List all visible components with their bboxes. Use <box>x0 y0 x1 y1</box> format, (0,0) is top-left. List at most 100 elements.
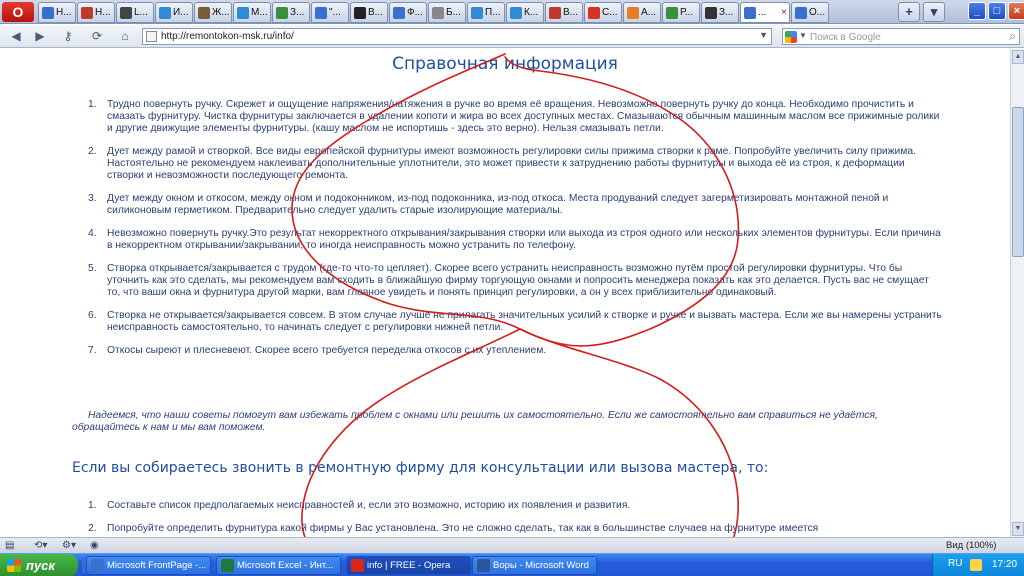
unite-icon[interactable]: ◉ <box>90 539 99 552</box>
list-item: 6. Створка не открывается/закрывается сов… <box>88 310 942 334</box>
address-field[interactable]: http://remontokon-msk.ru/info/ ▼ <box>142 28 772 45</box>
list-item-text: Дует между окном и откосом, между окном … <box>107 193 889 216</box>
tab-label: Ф... <box>407 7 423 18</box>
search-box[interactable]: ▼ Поиск в Google ⌕ <box>782 28 1020 45</box>
minimize-button[interactable]: _ <box>968 2 986 20</box>
list-item-number: 1. <box>88 500 97 511</box>
browser-tab[interactable]: Б... <box>428 2 466 23</box>
tab-favicon-icon <box>42 6 54 19</box>
list-item: 1. Трудно повернуть ручку. Скрежет и ощущ… <box>88 99 942 135</box>
browser-tab[interactable]: L... <box>116 2 154 23</box>
browser-tab[interactable]: "... <box>311 2 349 23</box>
google-icon[interactable] <box>785 31 797 43</box>
tab-menu-button[interactable]: ▾ <box>923 2 945 22</box>
search-icon[interactable]: ⌕ <box>1009 29 1016 44</box>
browser-tab[interactable]: В... <box>350 2 388 23</box>
vertical-scrollbar[interactable]: ▲ ▼ <box>1010 49 1024 537</box>
browser-tab[interactable]: Ж... <box>194 2 232 23</box>
close-window-button[interactable]: × <box>1008 2 1024 20</box>
forward-arrow-icon: ▶ <box>35 29 45 43</box>
reload-button[interactable]: ⟳ <box>87 27 107 45</box>
tray-icon[interactable] <box>970 559 982 571</box>
wand-button[interactable]: ⚷ <box>58 27 78 45</box>
list-item: 7. Откосы сыреют и плесневеют. Скорее все… <box>88 345 942 357</box>
tab-label: L... <box>134 7 148 18</box>
list-item-text: Попробуйте определить фурнитура какой фи… <box>107 523 819 534</box>
browser-tab[interactable]: Р... <box>662 2 700 23</box>
tab-favicon-icon <box>120 6 132 19</box>
tips-list: 1. Трудно повернуть ручку. Скрежет и ощущ… <box>88 99 942 368</box>
tab-close-icon[interactable]: × <box>781 7 787 18</box>
tab-label: Б... <box>446 7 461 18</box>
list-item-text: Откосы сыреют и плесневеют. Скорее всего… <box>107 345 547 356</box>
list-item: 1. Составьте список предполагаемых неиспр… <box>88 500 942 512</box>
tab-favicon-icon <box>666 6 678 19</box>
navigation-bar: ◀ ▶ ⚷ ⟳ ⌂ http://remontokon-msk.ru/info/… <box>0 25 1024 48</box>
tab-label: М... <box>251 7 268 18</box>
tab-favicon-icon <box>471 6 483 19</box>
tab-label: "... <box>329 7 341 18</box>
new-tab-button[interactable]: + <box>898 2 920 22</box>
scroll-up-icon[interactable]: ▲ <box>1012 50 1024 64</box>
taskbar-button[interactable]: Microsoft Excel - Инт... <box>216 556 341 575</box>
taskbar-button[interactable]: Microsoft FrontPage -... <box>86 556 211 575</box>
forward-button[interactable]: ▶ <box>30 27 50 45</box>
tab-label: В... <box>563 7 579 18</box>
tab-label: З... <box>290 7 305 18</box>
home-button[interactable]: ⌂ <box>115 27 135 45</box>
tab-strip: Н... Н... L... И... Ж... М... З... "... В... Ф...… <box>38 2 830 23</box>
zoom-level[interactable]: Вид (100%) <box>946 539 996 552</box>
chevron-down-icon[interactable]: ▼ <box>759 30 768 40</box>
tab-label: В... <box>368 7 384 18</box>
page-title: Справочная информация <box>392 54 618 74</box>
maximize-button[interactable]: □ <box>988 2 1006 20</box>
browser-tab[interactable]: ... × <box>740 2 790 23</box>
browser-tab[interactable]: Н... <box>38 2 76 23</box>
tab-favicon-icon <box>549 6 561 19</box>
browser-tab[interactable]: З... <box>701 2 739 23</box>
tab-label: Н... <box>56 7 72 18</box>
browser-tab[interactable]: М... <box>233 2 271 23</box>
tab-tools: + ▾ <box>898 2 948 22</box>
page-icon <box>146 31 157 42</box>
tab-favicon-icon <box>744 6 756 19</box>
list-item-number: 4. <box>88 228 97 239</box>
panel-toggle-icon[interactable]: ▤ <box>5 539 14 552</box>
tab-favicon-icon <box>354 6 366 19</box>
sync-icon[interactable]: ⟲▾ <box>34 539 47 552</box>
browser-tab[interactable]: С... <box>584 2 622 23</box>
browser-tab[interactable]: И... <box>155 2 193 23</box>
browser-tab[interactable]: А... <box>623 2 661 23</box>
browser-tab[interactable]: З... <box>272 2 310 23</box>
tab-favicon-icon <box>795 6 807 19</box>
back-button[interactable]: ◀ <box>6 27 26 45</box>
taskbar-button[interactable]: info | FREE - Opera <box>346 556 471 575</box>
start-button[interactable]: пуск <box>0 554 78 576</box>
browser-tab[interactable]: П... <box>467 2 505 23</box>
tab-label: О... <box>809 7 826 18</box>
address-url: http://remontokon-msk.ru/info/ <box>161 31 294 42</box>
closing-paragraph: Надеемся, что наши советы помогут вам из… <box>72 410 878 433</box>
browser-tab[interactable]: Ф... <box>389 2 427 23</box>
tab-favicon-icon <box>198 6 210 19</box>
settings-icon[interactable]: ⚙▾ <box>62 539 76 552</box>
browser-tab[interactable]: Н... <box>77 2 115 23</box>
opera-menu-button[interactable]: O <box>2 2 34 22</box>
search-engine-dropdown-icon[interactable]: ▼ <box>799 31 807 40</box>
tab-favicon-icon <box>159 6 171 19</box>
language-indicator[interactable]: RU <box>948 558 962 569</box>
task-label: Microsoft Excel - Инт... <box>237 560 334 571</box>
list-item-text: Дует между рамой и створкой. Все виды ев… <box>107 146 916 181</box>
browser-tab[interactable]: К... <box>506 2 544 23</box>
scroll-thumb[interactable] <box>1012 107 1024 257</box>
browser-tab[interactable]: В... <box>545 2 583 23</box>
taskbar-button[interactable]: Воры - Microsoft Word <box>472 556 597 575</box>
tab-label: Н... <box>95 7 111 18</box>
tab-label: Р... <box>680 7 694 18</box>
tab-favicon-icon <box>237 6 249 19</box>
task-label: info | FREE - Opera <box>367 560 451 571</box>
browser-tab[interactable]: О... <box>791 2 829 23</box>
tab-label: И... <box>173 7 189 18</box>
scroll-down-icon[interactable]: ▼ <box>1012 522 1024 536</box>
search-input[interactable]: Поиск в Google <box>810 32 881 43</box>
